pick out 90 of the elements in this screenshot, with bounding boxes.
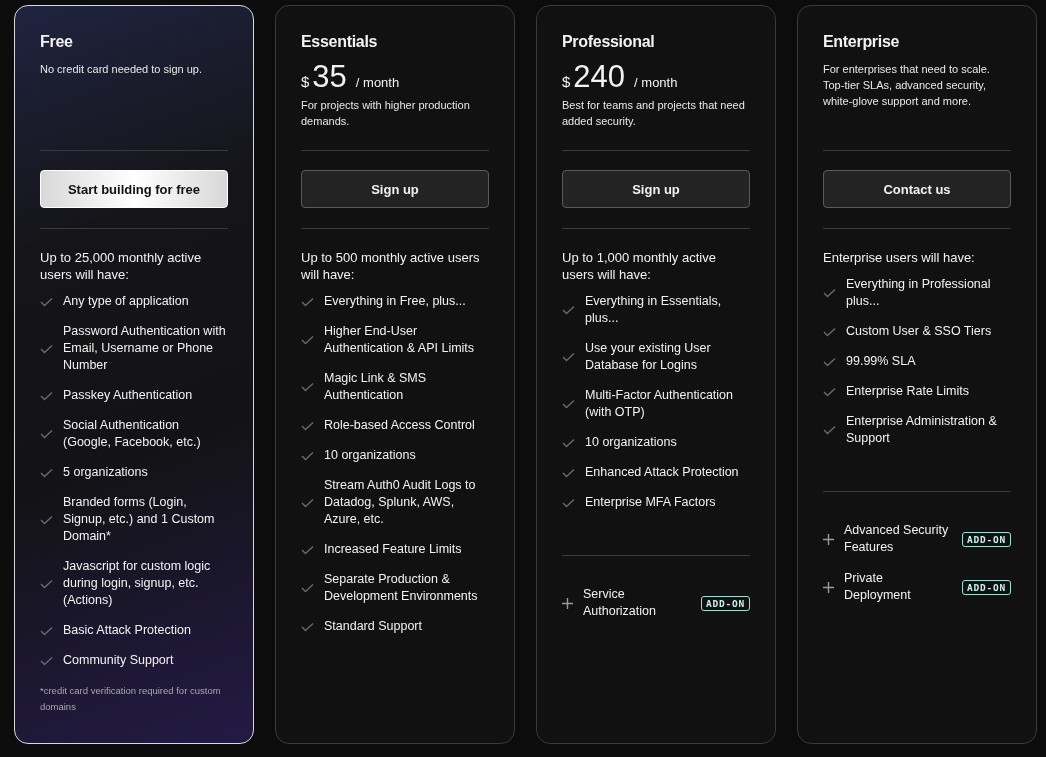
footnote: *credit card verification required for custom domains	[40, 684, 222, 714]
cta-button[interactable]: Contact us	[823, 170, 1011, 208]
cta-button[interactable]: Sign up	[301, 170, 489, 208]
price-period: / month	[355, 75, 400, 90]
price-period: / month	[634, 75, 678, 90]
plus-icon	[823, 581, 834, 593]
feature-text: Password Authentication with Email, Username or Phone Number	[63, 323, 227, 374]
feature-text: 10 organizations	[324, 447, 417, 464]
feature-text: Magic Link & SMS Authentication	[324, 370, 428, 404]
feature-text: Javascript for custom logic during login, signup, etc. (Actions)	[63, 558, 212, 609]
check-icon	[301, 420, 314, 431]
check-icon	[40, 625, 53, 636]
addon-badge: ADD-ON	[700, 595, 750, 611]
feature-text: Higher End-User Authentication & API Limits	[324, 323, 476, 357]
check-icon	[301, 335, 314, 345]
features-heading: Up to 1,000 monthly active users will have:	[562, 249, 717, 283]
check-icon	[301, 450, 314, 461]
feature-text: 10 organizations	[585, 434, 678, 451]
features-heading: Up to 500 monthly active users will have:	[301, 249, 481, 283]
check-icon	[40, 429, 53, 439]
currency-symbol: $	[301, 73, 310, 90]
check-icon	[301, 497, 314, 508]
check-icon	[823, 386, 836, 397]
feature-text: Enterprise MFA Factors	[585, 494, 717, 511]
feature-text: Enterprise Administration & Support	[846, 413, 998, 447]
plus-icon	[823, 533, 834, 545]
plan-description: For enterprises that need to scale. Top-tier SLAs, advanced security, white-glove support and more.	[823, 62, 991, 109]
plan-description: Best for teams and projects that need added security.	[562, 98, 746, 129]
check-icon	[301, 296, 314, 307]
check-icon	[823, 425, 836, 435]
check-icon	[562, 437, 575, 448]
feature-text: Multi-Factor Authentication (with OTP)	[585, 387, 734, 421]
plan-name: Essentials	[301, 33, 378, 51]
feature-text: Social Authentication (Google, Facebook, etc.)	[63, 417, 202, 451]
feature-text: Branded forms (Login, Signup, etc.) and 1 Custom Domain*	[63, 494, 216, 545]
addon-text: Service Authorization	[583, 586, 657, 620]
feature-text: Role-based Access Control	[324, 417, 476, 434]
check-icon	[823, 288, 836, 298]
plan-description: For projects with higher production demands.	[301, 98, 471, 129]
check-icon	[301, 583, 314, 593]
feature-text: Everything in Free, plus...	[324, 293, 467, 310]
feature-text: Enhanced Attack Protection	[585, 464, 740, 481]
check-icon	[40, 655, 53, 666]
check-icon	[562, 467, 575, 478]
currency-symbol: $	[562, 73, 571, 90]
check-icon	[40, 343, 53, 354]
feature-text: Increased Feature Limits	[324, 541, 463, 558]
addon-text: Private Deployment	[844, 570, 912, 604]
price-amount: 35	[312, 59, 347, 95]
check-icon	[823, 356, 836, 367]
cta-button[interactable]: Sign up	[562, 170, 750, 208]
check-icon	[562, 305, 575, 315]
check-icon	[301, 621, 314, 632]
plan-name: Free	[40, 33, 73, 51]
price-amount: 240	[573, 59, 626, 95]
check-icon	[823, 326, 836, 337]
feature-text: Custom User & SSO Tiers	[846, 323, 993, 340]
check-icon	[40, 390, 53, 401]
feature-text: Stream Auth0 Audit Logs to Datadog, Splunk, AWS, Azure, etc.	[324, 477, 477, 528]
feature-text: Basic Attack Protection	[63, 622, 192, 639]
plus-icon	[562, 597, 573, 609]
addon-badge: ADD-ON	[961, 579, 1011, 595]
feature-text: 99.99% SLA	[846, 353, 917, 370]
check-icon	[301, 544, 314, 555]
plan-name: Enterprise	[823, 33, 900, 51]
cta-button[interactable]: Start building for free	[40, 170, 228, 208]
feature-text: Everything in Essentials, plus...	[585, 293, 723, 327]
feature-text: Separate Production & Development Environments	[324, 571, 479, 605]
feature-text: Passkey Authentication	[63, 387, 194, 404]
feature-text: Any type of application	[63, 293, 190, 310]
check-icon	[40, 467, 53, 478]
plan-description: No credit card needed to sign up.	[40, 62, 203, 77]
check-icon	[40, 578, 53, 589]
features-heading: Up to 25,000 monthly active users will have:	[40, 249, 203, 283]
check-icon	[562, 497, 575, 508]
feature-text: Community Support	[63, 652, 175, 669]
check-icon	[301, 382, 314, 392]
check-icon	[40, 514, 53, 525]
feature-text: Standard Support	[324, 618, 423, 635]
addon-badge: ADD-ON	[961, 531, 1011, 547]
feature-text: Use your existing User Database for Logins	[585, 340, 712, 374]
addon-text: Advanced Security Features	[844, 522, 950, 556]
check-icon	[40, 296, 53, 307]
check-icon	[562, 352, 575, 362]
check-icon	[562, 399, 575, 409]
feature-text: Enterprise Rate Limits	[846, 383, 970, 400]
features-heading: Enterprise users will have:	[823, 249, 976, 266]
plan-name: Professional	[562, 33, 655, 51]
feature-text: Everything in Professional plus...	[846, 276, 992, 310]
feature-text: 5 organizations	[63, 464, 149, 481]
